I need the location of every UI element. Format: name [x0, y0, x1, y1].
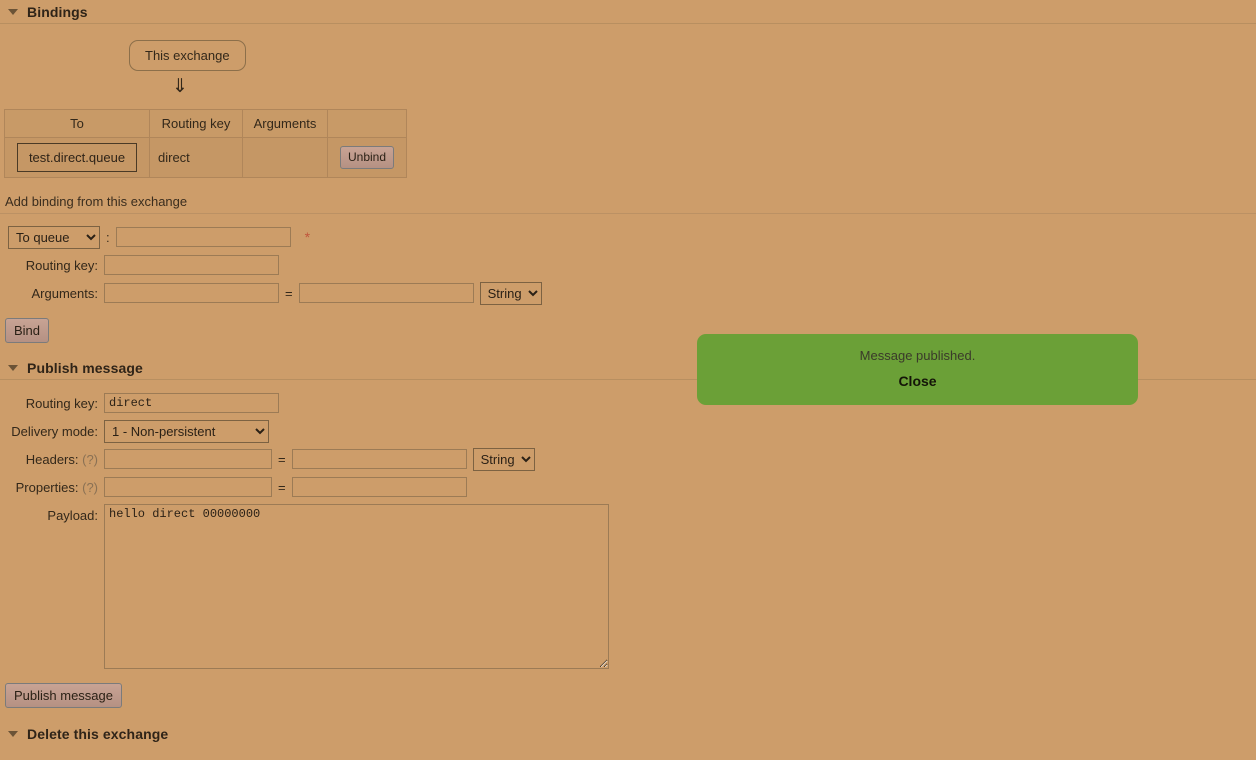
publish-property-value-input[interactable] [291, 477, 467, 497]
binding-argument-key-input[interactable] [104, 283, 279, 303]
publish-headers-label-text: Headers: [25, 451, 79, 467]
notification-popup: Message published. Close [697, 334, 1138, 405]
notification-message: Message published. [859, 348, 976, 363]
binding-destination-cell: test.direct.queue [4, 137, 150, 178]
publish-payload-row: Payload: [0, 504, 1256, 669]
add-binding-routing-key-row: Routing key: [0, 252, 1256, 278]
binding-argument-type-select[interactable]: String [479, 281, 542, 305]
publish-headers-row: Headers: (?) = String [0, 446, 1256, 472]
publish-routing-key-label: Routing key: [25, 395, 98, 411]
destination-colon: : [106, 229, 110, 245]
column-header-to: To [4, 109, 150, 138]
publish-header-key-input[interactable] [104, 449, 272, 469]
required-asterisk: * [304, 229, 311, 245]
down-arrow-icon: ⇓ [172, 76, 188, 97]
bindings-diagram: This exchange ⇓ [0, 24, 1256, 97]
publish-header-type-select[interactable]: String [472, 447, 535, 471]
publish-payload-label: Payload: [47, 508, 98, 523]
triangle-down-icon [8, 731, 18, 737]
unbind-button[interactable]: Unbind [339, 146, 395, 169]
add-binding-arguments-row: Arguments: = String [0, 280, 1256, 306]
table-row: test.direct.queue direct Unbind [4, 137, 407, 178]
publish-section-title: Publish message [27, 359, 143, 376]
publish-delivery-mode-label: Delivery mode: [11, 423, 98, 439]
bindings-table: To Routing key Arguments test.direct.que… [4, 109, 407, 178]
this-exchange-node: This exchange [129, 40, 246, 71]
add-binding-form: To queue : * Routing key: Arguments: = S… [0, 214, 1256, 343]
publish-message-form: Routing key: Delivery mode: 1 - Non-pers… [0, 380, 1256, 708]
binding-argument-value-input[interactable] [298, 283, 474, 303]
publish-button-row: Publish message [0, 669, 1256, 708]
binding-routing-key-label: Routing key: [25, 257, 98, 273]
binding-action-cell: Unbind [327, 137, 407, 178]
publish-headers-equals: = [278, 451, 286, 467]
binding-arguments-equals: = [285, 285, 293, 301]
binding-routing-key-input[interactable] [104, 255, 279, 275]
publish-routing-key-input[interactable] [104, 393, 279, 413]
binding-destination-input[interactable] [115, 227, 291, 247]
binding-destination-type-select[interactable]: To queue [8, 225, 100, 249]
add-binding-destination-row: To queue : * [0, 224, 1256, 250]
publish-header-value-input[interactable] [291, 449, 467, 469]
publish-properties-label-text: Properties: [15, 479, 79, 495]
binding-arguments-label: Arguments: [31, 285, 98, 301]
publish-payload-textarea[interactable] [104, 504, 609, 669]
properties-help-icon[interactable]: (?) [82, 480, 98, 495]
bindings-section-title: Bindings [27, 3, 88, 20]
triangle-down-icon [8, 364, 18, 371]
bindings-section-header[interactable]: Bindings [0, 0, 1256, 24]
publish-delivery-mode-row: Delivery mode: 1 - Non-persistent [0, 418, 1256, 444]
delete-section-title: Delete this exchange [27, 726, 169, 742]
notification-close-button[interactable]: Close [898, 373, 936, 389]
headers-help-icon[interactable]: (?) [82, 452, 98, 467]
queue-link[interactable]: test.direct.queue [17, 143, 137, 172]
publish-property-key-input[interactable] [104, 477, 272, 497]
binding-routing-key-cell: direct [149, 137, 243, 178]
binding-arguments-cell [242, 137, 328, 178]
column-header-actions [327, 109, 407, 138]
publish-properties-row: Properties: (?) = [0, 474, 1256, 500]
publish-properties-label: Properties: (?) [0, 480, 104, 495]
column-header-arguments: Arguments [242, 109, 328, 138]
bindings-table-header-row: To Routing key Arguments [4, 109, 407, 138]
add-binding-subheading: Add binding from this exchange [0, 194, 1256, 214]
publish-delivery-mode-select[interactable]: 1 - Non-persistent [104, 419, 269, 443]
publish-properties-equals: = [278, 479, 286, 495]
publish-headers-label: Headers: (?) [0, 452, 104, 467]
bind-button[interactable]: Bind [5, 318, 50, 343]
column-header-routing-key: Routing key [149, 109, 243, 138]
delete-section-header[interactable]: Delete this exchange [0, 722, 1256, 746]
triangle-down-icon [8, 8, 18, 15]
publish-message-button[interactable]: Publish message [5, 683, 122, 708]
